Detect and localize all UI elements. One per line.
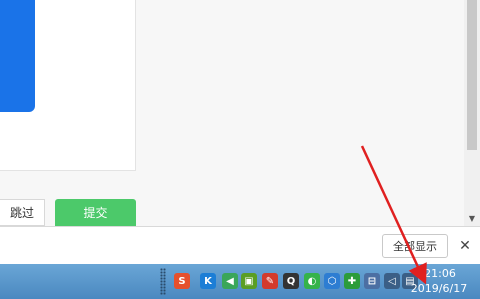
scroll-down-arrow-icon[interactable]: ▼ xyxy=(464,212,480,224)
red-pen-icon[interactable]: ✎ xyxy=(262,273,278,289)
speaker-icon[interactable]: ◁ xyxy=(384,273,400,289)
skip-button[interactable]: 跳过 xyxy=(0,199,45,226)
qq-icon[interactable]: Q xyxy=(283,273,299,289)
blue-banner xyxy=(0,0,35,112)
kugou-icon[interactable]: K xyxy=(200,273,216,289)
submit-button[interactable]: 提交 xyxy=(55,199,136,226)
scrollbar-thumb[interactable] xyxy=(467,0,477,150)
windows-taskbar: S K ◀ ▣ ✎ Q ◐ ⬡ ✚ ⊟ ◁ ▤ 21:06 2019/6/17 xyxy=(0,264,480,299)
web-page: 跳过 提交 ▼ xyxy=(0,0,480,226)
usb-icon[interactable]: ⊟ xyxy=(364,273,380,289)
wechat-icon[interactable]: ◐ xyxy=(304,273,320,289)
security-icon[interactable]: ✚ xyxy=(344,273,360,289)
shield-icon[interactable]: ⬡ xyxy=(324,273,340,289)
close-icon[interactable]: ✕ xyxy=(456,235,474,257)
clock-date[interactable]: 2019/6/17 xyxy=(404,282,474,295)
show-all-button[interactable]: 全部显示 xyxy=(382,234,448,258)
download-bar: 全部显示 ✕ xyxy=(0,226,480,265)
sogou-input-icon[interactable]: S xyxy=(174,273,190,289)
clock-time[interactable]: 21:06 xyxy=(410,267,470,280)
taskbar-grip[interactable] xyxy=(160,268,166,295)
content-card xyxy=(0,0,136,171)
nvidia-icon[interactable]: ▣ xyxy=(241,273,257,289)
volume-green-icon[interactable]: ◀ xyxy=(222,273,238,289)
vertical-scrollbar[interactable]: ▼ xyxy=(464,0,480,226)
